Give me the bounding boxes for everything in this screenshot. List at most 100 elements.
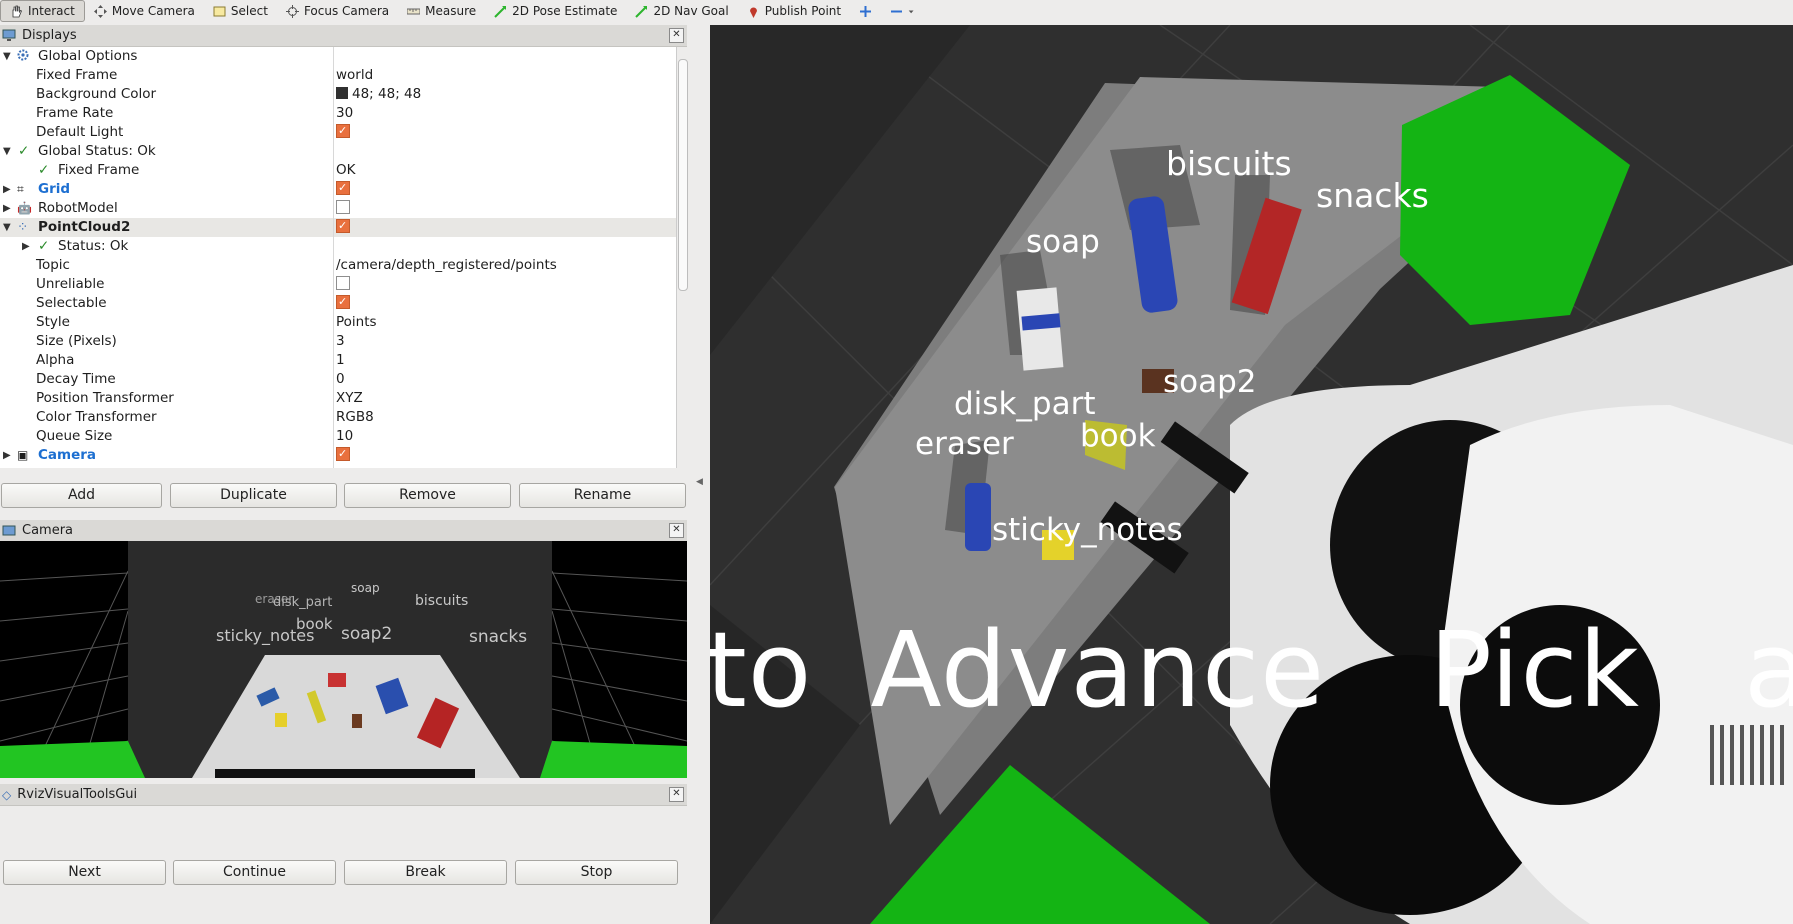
tree-row-default-light[interactable]: Default Light <box>0 121 676 142</box>
row-label: Default Light <box>36 124 124 140</box>
banner-word: to <box>710 609 813 731</box>
row-label: Unreliable <box>36 276 105 292</box>
nav-goal-icon <box>635 5 648 18</box>
camera-view[interactable]: eraser disk_part soap biscuits book stic… <box>0 541 687 778</box>
robotmodel-checkbox[interactable] <box>336 200 350 214</box>
panel-splitter[interactable]: ◀ <box>688 25 710 924</box>
camera-panel-header: Camera ✕ <box>0 520 687 542</box>
remove-tool-button[interactable] <box>881 0 926 22</box>
duplicate-button[interactable]: Duplicate <box>170 483 337 508</box>
check-icon: ✓ <box>38 238 50 254</box>
break-button[interactable]: Break <box>344 860 507 885</box>
expand-arrow-icon[interactable]: ▶ <box>3 180 13 199</box>
scene-label-snacks: snacks <box>1316 176 1429 215</box>
tool-2d-pose-estimate[interactable]: 2D Pose Estimate <box>485 0 626 22</box>
expand-arrow-icon[interactable]: ▶ <box>22 237 32 256</box>
grid-checkbox[interactable] <box>336 178 350 197</box>
displays-title: Displays <box>22 28 77 43</box>
collapse-arrow-icon[interactable]: ◀ <box>696 477 703 487</box>
check-icon: ✓ <box>38 162 50 178</box>
tree-row-alpha[interactable]: Alpha 1 <box>0 351 676 370</box>
stop-button[interactable]: Stop <box>515 860 678 885</box>
row-value[interactable]: 48; 48; 48 <box>336 85 421 104</box>
tree-row-global-options[interactable]: ▼ Global Options <box>0 47 676 66</box>
next-button[interactable]: Next <box>3 860 166 885</box>
row-value[interactable]: 0 <box>336 370 345 389</box>
scene-dark-floor-top <box>710 25 970 355</box>
color-value: 48; 48; 48 <box>352 86 422 102</box>
tree-row-size-pixels[interactable]: Size (Pixels) 3 <box>0 332 676 351</box>
camera-panel-icon <box>2 525 16 536</box>
tool-publish-point[interactable]: Publish Point <box>738 0 850 22</box>
expand-arrow-icon[interactable]: ▼ <box>3 142 13 161</box>
row-value[interactable]: world <box>336 66 373 85</box>
tree-row-position-transformer[interactable]: Position Transformer XYZ <box>0 389 676 408</box>
publish-point-icon <box>749 7 757 18</box>
row-value[interactable]: XYZ <box>336 389 363 408</box>
camera-object-disk <box>328 673 346 687</box>
row-value[interactable]: /camera/depth_registered/points <box>336 256 557 275</box>
selectable-checkbox[interactable] <box>336 292 350 311</box>
tree-row-decay-time[interactable]: Decay Time 0 <box>0 370 676 389</box>
add-button[interactable]: Add <box>1 483 162 508</box>
row-value[interactable]: Points <box>336 313 377 332</box>
tool-2d-nav-goal[interactable]: 2D Nav Goal <box>626 0 737 22</box>
close-icon[interactable]: ✕ <box>669 787 684 802</box>
monitor-icon <box>2 29 16 41</box>
expand-arrow-icon[interactable]: ▼ <box>3 47 13 66</box>
column-divider[interactable] <box>333 47 334 468</box>
tree-row-grid[interactable]: ▶ ⌗ Grid <box>0 178 676 199</box>
tool-label: Measure <box>425 4 477 18</box>
tree-row-background-color[interactable]: Background Color 48; 48; 48 <box>0 85 676 104</box>
default-light-checkbox[interactable] <box>336 121 350 140</box>
tree-row-fixed-frame[interactable]: Fixed Frame world <box>0 66 676 85</box>
camera-label-snacks: snacks <box>469 627 528 647</box>
minus-icon <box>891 10 903 12</box>
scene-label-sticky-notes: sticky_notes <box>992 512 1183 548</box>
scrollbar-thumb[interactable] <box>678 59 688 291</box>
add-tool-button[interactable] <box>850 0 881 22</box>
tool-select[interactable]: Select <box>204 0 277 22</box>
tree-row-global-status[interactable]: ▼ ✓ Global Status: Ok <box>0 142 676 161</box>
continue-button[interactable]: Continue <box>173 860 336 885</box>
row-value[interactable]: 3 <box>336 332 345 351</box>
tree-row-selectable[interactable]: Selectable <box>0 292 676 313</box>
tool-measure[interactable]: Measure <box>398 0 485 22</box>
rename-button[interactable]: Rename <box>519 483 686 508</box>
displays-scrollbar[interactable] <box>676 47 688 468</box>
expand-arrow-icon[interactable]: ▼ <box>3 218 13 237</box>
tree-row-pointcloud2[interactable]: ▼ ⁘ PointCloud2 <box>0 216 676 237</box>
close-icon[interactable]: ✕ <box>669 523 684 538</box>
row-value[interactable]: 1 <box>336 351 345 370</box>
unreliable-checkbox[interactable] <box>336 276 350 290</box>
expand-arrow-icon[interactable]: ▶ <box>3 199 13 218</box>
close-icon[interactable]: ✕ <box>669 28 684 43</box>
tree-row-pointcloud-status[interactable]: ▶ ✓ Status: Ok <box>0 237 676 256</box>
scene-label-biscuits: biscuits <box>1166 144 1292 183</box>
tool-label: Focus Camera <box>303 4 390 18</box>
row-value[interactable]: RGB8 <box>336 408 374 427</box>
expand-arrow-icon[interactable]: ▶ <box>3 446 13 465</box>
row-label: Fixed Frame <box>36 67 118 83</box>
pointcloud2-checkbox[interactable] <box>336 216 350 235</box>
camera-label-sticky-notes: sticky_notes <box>216 626 315 645</box>
camera-object-eraser <box>275 713 287 727</box>
color-swatch <box>336 87 348 99</box>
row-label: PointCloud2 <box>38 219 131 235</box>
camera-label-biscuits: biscuits <box>415 593 469 609</box>
camera-object-soap2 <box>352 714 362 728</box>
scene-object-eraser <box>965 483 991 551</box>
tree-row-topic[interactable]: Topic /camera/depth_registered/points <box>0 256 676 275</box>
scene-label-book: book <box>1080 418 1156 454</box>
tree-row-camera[interactable]: ▶ ▣ Camera <box>0 444 676 465</box>
tool-focus-camera[interactable]: Focus Camera <box>277 0 398 22</box>
tree-row-style[interactable]: Style Points <box>0 313 676 332</box>
render-viewport[interactable]: biscuits snacks soap soap2 disk_part era… <box>710 25 1793 924</box>
camera-checkbox[interactable] <box>336 444 350 463</box>
tool-interact[interactable]: Interact <box>0 0 85 22</box>
scene-label-eraser: eraser <box>915 426 1014 462</box>
tool-move-camera[interactable]: Move Camera <box>85 0 204 22</box>
remove-button[interactable]: Remove <box>344 483 511 508</box>
row-label: Color Transformer <box>36 409 157 425</box>
tree-row-color-transformer[interactable]: Color Transformer RGB8 <box>0 408 676 427</box>
